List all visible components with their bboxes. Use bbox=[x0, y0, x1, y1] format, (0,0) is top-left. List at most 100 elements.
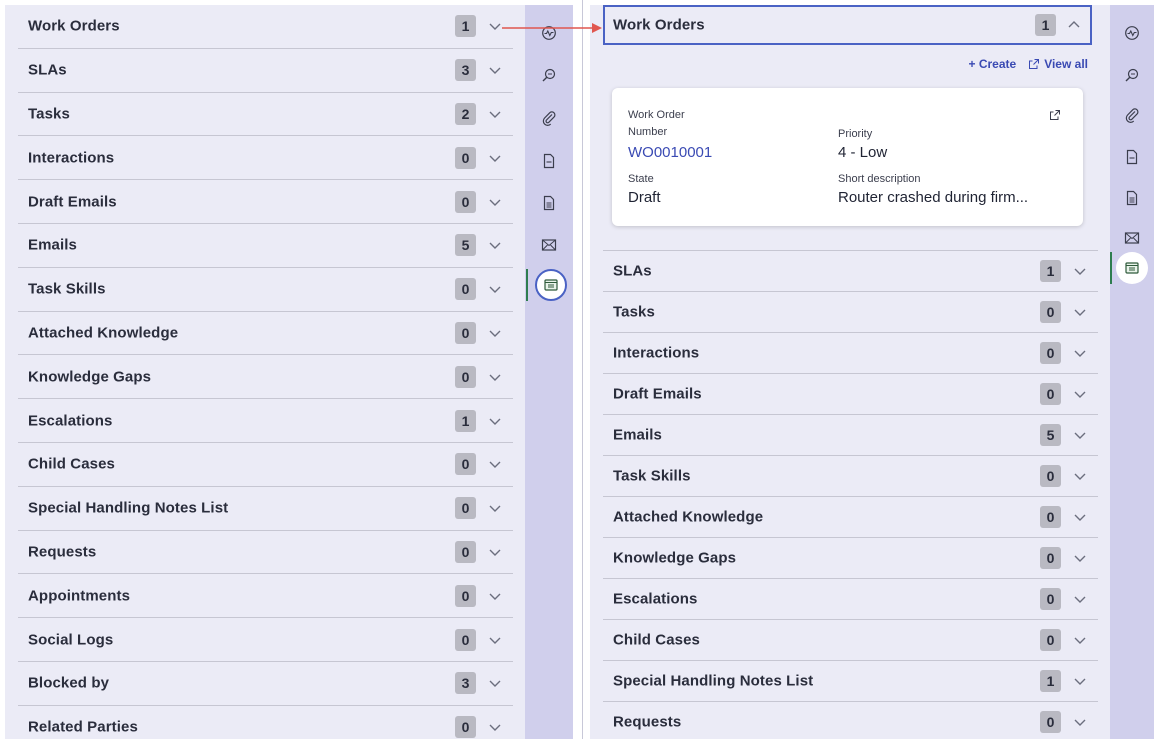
chevron-up-icon[interactable] bbox=[1066, 17, 1082, 33]
work-order-card[interactable]: Work Order Number WO0010001 Priority 4 -… bbox=[612, 88, 1083, 226]
chevron-down-icon[interactable] bbox=[487, 281, 503, 297]
list-item-label: Requests bbox=[613, 713, 682, 731]
chevron-down-icon[interactable] bbox=[487, 369, 503, 385]
list-item-child-cases[interactable]: Child Cases 0 bbox=[603, 620, 1098, 661]
list-item-social-logs[interactable]: Social Logs 0 bbox=[18, 618, 513, 662]
list-item-interactions[interactable]: Interactions 0 bbox=[603, 333, 1098, 374]
work-orders-header-expanded[interactable]: Work Orders 1 bbox=[603, 5, 1092, 45]
list-item-slas[interactable]: SLAs 3 bbox=[18, 49, 513, 93]
priority-value: 4 - Low bbox=[838, 144, 888, 161]
attachment-icon[interactable] bbox=[1116, 99, 1148, 131]
list-item-slas[interactable]: SLAs 1 bbox=[603, 251, 1098, 292]
chevron-down-icon[interactable] bbox=[487, 62, 503, 78]
chevron-down-icon[interactable] bbox=[487, 237, 503, 253]
list-item-related-parties[interactable]: Related Parties 0 bbox=[18, 706, 513, 739]
chevron-down-icon[interactable] bbox=[1072, 632, 1088, 648]
document-lines-icon[interactable] bbox=[1116, 182, 1148, 214]
list-item-draft-emails[interactable]: Draft Emails 0 bbox=[18, 180, 513, 224]
count-badge: 3 bbox=[455, 59, 476, 82]
list-item-requests[interactable]: Requests 0 bbox=[18, 531, 513, 575]
document-icon[interactable] bbox=[533, 145, 565, 177]
chevron-down-icon[interactable] bbox=[487, 194, 503, 210]
list-item-appointments[interactable]: Appointments 0 bbox=[18, 574, 513, 619]
create-button[interactable]: + Create bbox=[968, 57, 1016, 71]
list-item-emails[interactable]: Emails 5 bbox=[18, 224, 513, 268]
activity-icon[interactable] bbox=[1116, 17, 1148, 49]
chevron-down-icon[interactable] bbox=[487, 106, 503, 122]
chevron-down-icon[interactable] bbox=[1072, 509, 1088, 525]
chevron-down-icon[interactable] bbox=[487, 325, 503, 341]
list-item-label: SLAs bbox=[28, 61, 67, 79]
document-lines-icon[interactable] bbox=[533, 187, 565, 219]
list-item-label: Special Handling Notes List bbox=[28, 499, 229, 517]
list-item-special-handling-notes[interactable]: Special Handling Notes List 0 bbox=[18, 487, 513, 531]
chevron-down-icon[interactable] bbox=[1072, 386, 1088, 402]
list-item-work-orders[interactable]: Work Orders 1 bbox=[18, 5, 513, 49]
annotation-arrow bbox=[502, 23, 602, 33]
list-item-knowledge-gaps[interactable]: Knowledge Gaps 0 bbox=[603, 538, 1098, 579]
chevron-down-icon[interactable] bbox=[487, 500, 503, 516]
search-knowledge-icon[interactable] bbox=[533, 59, 565, 91]
related-lists-icon[interactable] bbox=[1116, 252, 1148, 284]
list-item-tasks[interactable]: Tasks 0 bbox=[603, 292, 1098, 333]
document-icon[interactable] bbox=[1116, 141, 1148, 173]
list-item-child-cases[interactable]: Child Cases 0 bbox=[18, 443, 513, 487]
list-item-label: Requests bbox=[28, 543, 97, 561]
chevron-down-icon[interactable] bbox=[1072, 468, 1088, 484]
chevron-down-icon[interactable] bbox=[1072, 427, 1088, 443]
list-item-draft-emails[interactable]: Draft Emails 0 bbox=[603, 374, 1098, 415]
attachment-icon[interactable] bbox=[533, 102, 565, 134]
chevron-down-icon[interactable] bbox=[487, 588, 503, 604]
list-item-interactions[interactable]: Interactions 0 bbox=[18, 136, 513, 181]
related-lists-icon[interactable] bbox=[535, 269, 567, 301]
view-all-label: View all bbox=[1044, 57, 1088, 71]
email-icon[interactable] bbox=[1116, 222, 1148, 254]
list-item-attached-knowledge[interactable]: Attached Knowledge 0 bbox=[18, 312, 513, 356]
chevron-down-icon[interactable] bbox=[1072, 304, 1088, 320]
chevron-down-icon[interactable] bbox=[1072, 714, 1088, 730]
list-item-label: Appointments bbox=[28, 587, 131, 605]
chevron-down-icon[interactable] bbox=[1072, 591, 1088, 607]
chevron-down-icon[interactable] bbox=[487, 675, 503, 691]
open-record-icon[interactable] bbox=[1049, 109, 1061, 121]
chevron-down-icon[interactable] bbox=[1072, 550, 1088, 566]
list-item-label: Child Cases bbox=[613, 631, 700, 649]
list-item-label: Interactions bbox=[613, 344, 700, 362]
list-item-label: Work Orders bbox=[28, 17, 120, 35]
left-sidebar-rail bbox=[525, 5, 573, 739]
search-knowledge-icon[interactable] bbox=[1116, 59, 1148, 91]
list-item-label: Social Logs bbox=[28, 631, 114, 649]
chevron-down-icon[interactable] bbox=[487, 544, 503, 560]
count-badge: 0 bbox=[1040, 588, 1061, 610]
chevron-down-icon[interactable] bbox=[1072, 263, 1088, 279]
chevron-down-icon[interactable] bbox=[487, 719, 503, 735]
count-badge: 0 bbox=[1040, 383, 1061, 405]
list-item-tasks[interactable]: Tasks 2 bbox=[18, 93, 513, 137]
count-badge: 1 bbox=[455, 15, 476, 38]
list-item-label: Draft Emails bbox=[28, 193, 117, 211]
list-item-blocked-by[interactable]: Blocked by 3 bbox=[18, 662, 513, 706]
number-value-link[interactable]: WO0010001 bbox=[628, 144, 712, 161]
chevron-down-icon[interactable] bbox=[1072, 345, 1088, 361]
list-item-emails[interactable]: Emails 5 bbox=[603, 415, 1098, 456]
list-item-special-handling-notes[interactable]: Special Handling Notes List 1 bbox=[603, 661, 1098, 702]
chevron-down-icon[interactable] bbox=[487, 456, 503, 472]
chevron-down-icon[interactable] bbox=[487, 150, 503, 166]
list-item-label: Work Orders bbox=[613, 16, 705, 34]
chevron-down-icon[interactable] bbox=[487, 413, 503, 429]
chevron-down-icon[interactable] bbox=[1072, 673, 1088, 689]
list-item-task-skills[interactable]: Task Skills 0 bbox=[18, 268, 513, 312]
list-item-knowledge-gaps[interactable]: Knowledge Gaps 0 bbox=[18, 355, 513, 400]
list-item-escalations[interactable]: Escalations 0 bbox=[603, 579, 1098, 620]
list-item-label: Interactions bbox=[28, 149, 115, 167]
left-related-list: Work Orders 1 SLAs 3 Tasks 2 Interaction… bbox=[18, 5, 513, 739]
count-badge: 0 bbox=[455, 321, 476, 344]
list-item-requests[interactable]: Requests 0 bbox=[603, 702, 1098, 739]
list-item-task-skills[interactable]: Task Skills 0 bbox=[603, 456, 1098, 497]
count-badge: 2 bbox=[455, 102, 476, 125]
view-all-link[interactable]: View all bbox=[1028, 57, 1088, 71]
list-item-escalations[interactable]: Escalations 1 bbox=[18, 399, 513, 443]
email-icon[interactable] bbox=[533, 229, 565, 261]
chevron-down-icon[interactable] bbox=[487, 632, 503, 648]
list-item-attached-knowledge[interactable]: Attached Knowledge 0 bbox=[603, 497, 1098, 538]
